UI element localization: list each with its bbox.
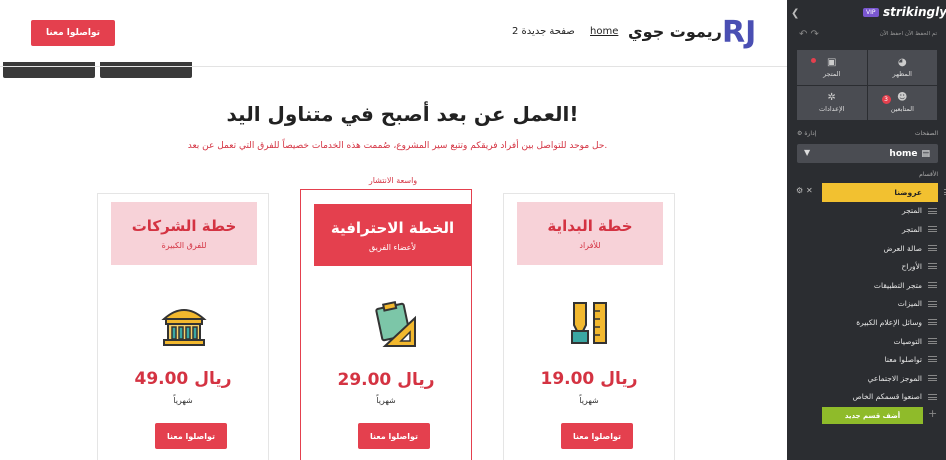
manage-pages-link[interactable]: ⚙ إدارة xyxy=(797,130,816,137)
section-tools[interactable]: ⚙ ✕ xyxy=(796,186,813,195)
section-item[interactable]: التوصيات xyxy=(797,332,938,351)
palette-icon: ◕ xyxy=(897,56,907,68)
plan-name: الخطة الاحترافية xyxy=(330,218,455,237)
drag-handle-icon[interactable] xyxy=(928,263,937,270)
plan-card-starter: خطة البداية للأفراد 19.00 ريال شهرياً تو… xyxy=(503,193,675,460)
brand-name[interactable]: ريموت جوي xyxy=(628,22,722,41)
strikingly-logo: strikingly xyxy=(883,5,946,19)
section-item[interactable]: المتجر xyxy=(797,202,938,221)
hero-title: العمل عن بعد أصبح في متناول اليد! xyxy=(226,102,579,126)
gear-icon: ✲ xyxy=(827,92,836,104)
tile-settings[interactable]: ✲ الإعدادات xyxy=(797,85,867,120)
section-item[interactable]: متجر التطبيقات xyxy=(797,276,938,295)
plan-price: 29.00 ريال xyxy=(337,370,435,390)
section-item[interactable]: صالة العرض xyxy=(797,239,938,258)
section-item[interactable]: وسائل الإعلام الكبيرة xyxy=(797,313,938,332)
gear-icon: ⚙ xyxy=(797,130,803,137)
plan-card-enterprise: خطة الشركات للفرق الكبيرة 49.00 ريال شهر… xyxy=(97,193,269,460)
plan-price: 49.00 ريال xyxy=(134,369,232,389)
toolbar-ghost-right[interactable] xyxy=(100,62,192,78)
hero-subtitle: حل موحد للتواصل بين أفراد فريقكم وتتبع س… xyxy=(187,141,608,151)
plus-icon[interactable]: + xyxy=(928,407,937,420)
sidebar-tiles: ▣ المتجر ◕ المظهر ✲ الإعدادات 3 ☻ المتاب… xyxy=(797,50,937,120)
section-item[interactable]: المتجر xyxy=(797,220,938,239)
users-icon: ☻ xyxy=(897,92,908,104)
save-status[interactable]: تم الحفظ الآن احفظ الآن xyxy=(797,31,937,37)
clipboard-ruler-icon xyxy=(375,300,416,347)
close-icon: ✕ xyxy=(805,186,813,195)
section-item[interactable]: الموجز الاجتماعي xyxy=(797,369,938,388)
page-selector[interactable]: ▼ home ▤ xyxy=(797,144,938,163)
drag-handle-icon[interactable] xyxy=(928,337,937,344)
page-icon: ▤ xyxy=(921,148,930,159)
site-canvas: تواصلوا معنا صفحة جديدة 2 home ريموت جوي… xyxy=(0,0,787,460)
plan-audience: للأفراد xyxy=(579,241,601,250)
followers-count-badge: 3 xyxy=(881,94,891,104)
plan-audience: للفرق الكبيرة xyxy=(161,241,207,250)
plan-audience: لأعضاء الفريق xyxy=(368,242,417,252)
section-item[interactable]: الأوراح xyxy=(797,257,938,276)
drag-handle-icon[interactable] xyxy=(928,226,937,233)
section-item-active[interactable]: ⚙ ✕ عروضنا xyxy=(796,183,946,202)
plan-card-pro: الخطة الاحترافية لأعضاء الفريق 29.00 ريا… xyxy=(300,189,472,460)
sections-label: الأقسام xyxy=(919,171,938,178)
plan-contact-button[interactable]: تواصلوا معنا xyxy=(155,423,227,449)
tile-label: الإعدادات xyxy=(819,105,845,114)
drag-handle-icon[interactable] xyxy=(928,207,937,214)
tile-label: المظهر xyxy=(892,69,912,78)
plan-period: شهرياً xyxy=(173,396,193,405)
toolbar-ghost-left[interactable] xyxy=(3,62,95,78)
plan-period: شهرياً xyxy=(579,396,599,405)
plan-header: خطة الشركات للفرق الكبيرة xyxy=(111,202,257,265)
current-page-label: home xyxy=(889,148,918,159)
brand-logo[interactable]: RJ xyxy=(722,10,762,52)
sections-list: ⚙ ✕ عروضنا المتجر المتجر صالة العرض الأو… xyxy=(796,183,946,407)
logo-text: RJ xyxy=(722,15,756,50)
header-divider xyxy=(0,66,787,67)
plan-name: خطة البداية xyxy=(547,217,633,235)
drag-handle-icon[interactable] xyxy=(928,300,937,307)
plan-header: الخطة الاحترافية لأعضاء الفريق xyxy=(314,204,471,266)
section-item[interactable]: الميزات xyxy=(797,295,938,314)
drag-handle-icon[interactable] xyxy=(928,319,937,326)
drag-handle-icon[interactable] xyxy=(928,393,937,400)
add-section-button[interactable]: أضف قسم جديد xyxy=(822,407,923,424)
header-contact-button[interactable]: تواصلوا معنا xyxy=(31,20,115,46)
tile-followers[interactable]: 3 ☻ المتابعين xyxy=(867,85,937,120)
plan-price: 19.00 ريال xyxy=(540,369,638,389)
vip-badge: VIP xyxy=(863,8,879,17)
tile-label: المتابعين xyxy=(890,105,914,114)
gear-icon: ⚙ xyxy=(796,186,804,195)
chevron-down-icon: ▼ xyxy=(804,148,811,157)
sidebar-header: ❮ VIP strikingly xyxy=(787,0,946,28)
store-icon: ▣ xyxy=(827,56,837,68)
notification-dot xyxy=(811,58,816,63)
drag-handle-icon[interactable] xyxy=(928,281,937,288)
plan-contact-button[interactable]: تواصلوا معنا xyxy=(561,423,633,449)
pages-label: الصفحات xyxy=(914,130,938,137)
nav-link-new-page[interactable]: صفحة جديدة 2 xyxy=(512,26,575,37)
plan-contact-button[interactable]: تواصلوا معنا xyxy=(358,423,430,449)
popular-label: واسعة الانتشار xyxy=(368,176,418,185)
drag-handle-icon[interactable] xyxy=(928,356,937,363)
nav-link-home[interactable]: home xyxy=(590,26,618,37)
tile-appearance[interactable]: ◕ المظهر xyxy=(867,50,937,85)
tile-store[interactable]: ▣ المتجر xyxy=(797,50,867,85)
plan-period: شهرياً xyxy=(376,396,396,405)
pen-ruler-icon xyxy=(571,302,607,344)
drag-handle-icon[interactable] xyxy=(928,374,937,381)
section-item[interactable]: اصنعوا قسمكم الخاص xyxy=(797,388,938,407)
plan-name: خطة الشركات xyxy=(131,217,237,235)
section-item[interactable]: تواصلوا معنا xyxy=(797,350,938,369)
tile-label: المتجر xyxy=(823,69,841,78)
editor-sidebar: ❮ VIP strikingly ↶ ↷ تم الحفظ الآن احفظ … xyxy=(787,0,946,460)
collapse-sidebar-icon[interactable]: ❮ xyxy=(791,8,799,19)
building-icon xyxy=(161,309,207,346)
drag-handle-icon[interactable] xyxy=(928,244,937,251)
plan-header: خطة البداية للأفراد xyxy=(517,202,663,265)
pages-header: ⚙ إدارة الصفحات xyxy=(797,130,938,137)
